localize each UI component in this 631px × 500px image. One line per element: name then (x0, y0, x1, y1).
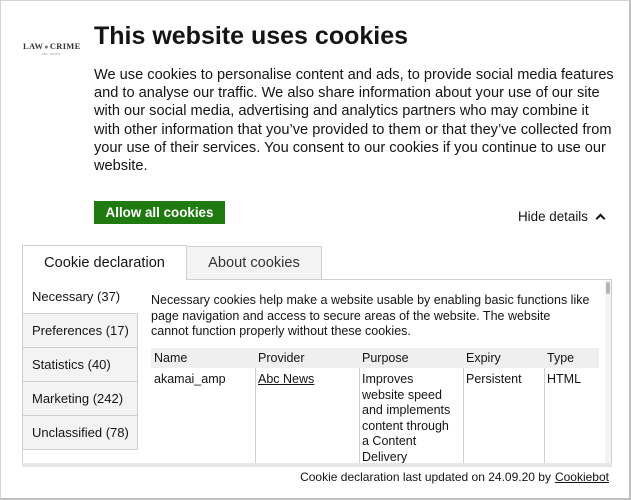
allow-all-cookies-button[interactable]: Allow all cookies (94, 201, 225, 224)
chevron-up-icon (595, 213, 606, 223)
cookie-expiry-cell: Persistent (466, 372, 522, 386)
category-description: Necessary cookies help make a website us… (151, 293, 590, 338)
column-header-expiry: Expiry (466, 351, 501, 365)
category-marketing[interactable]: Marketing (242) (23, 382, 138, 416)
brand-logo: LAW●CRIME ABC NEWS (23, 41, 81, 61)
column-header-type: Type (547, 351, 575, 365)
logo-text-left: LAW (23, 41, 44, 51)
scrollbar-thumb[interactable] (606, 282, 610, 294)
hide-details-toggle[interactable]: Hide details (518, 207, 606, 225)
cookie-table-header: Name Provider Purpose Expiry Type (151, 348, 599, 368)
category-preferences[interactable]: Preferences (17) (23, 314, 138, 348)
column-header-name: Name (154, 351, 188, 365)
hide-details-label: Hide details (518, 208, 588, 224)
cookie-declaration-panel: Necessary (37) Preferences (17) Statisti… (22, 279, 612, 465)
cookie-dialog: LAW●CRIME ABC NEWS This website uses coo… (0, 0, 631, 500)
footer-text: Cookie declaration last updated on 24.09… (300, 470, 551, 484)
dialog-intro-text: We use cookies to personalise content an… (94, 67, 614, 175)
tab-about-cookies[interactable]: About cookies (186, 246, 322, 280)
declaration-footer: Cookie declaration last updated on 24.09… (22, 464, 612, 490)
logo-subtext: ABC NEWS (41, 52, 61, 56)
category-necessary[interactable]: Necessary (37) (23, 280, 138, 314)
cookie-name-cell: akamai_amp (154, 372, 226, 386)
cookie-type-cell: HTML (547, 372, 582, 386)
cookie-purpose-cell: Improves website speed and implements co… (362, 372, 451, 464)
logo-text-right: CRIME (49, 41, 81, 51)
cookiebot-link[interactable]: Cookiebot (555, 470, 609, 484)
panel-scrollbar[interactable] (605, 280, 611, 464)
dialog-title: This website uses cookies (94, 22, 409, 50)
category-unclassified[interactable]: Unclassified (78) (23, 416, 138, 450)
column-header-provider: Provider (258, 351, 305, 365)
cookie-provider-cell: Abc News (255, 368, 359, 392)
category-statistics[interactable]: Statistics (40) (23, 348, 138, 382)
column-header-purpose: Purpose (362, 351, 409, 365)
provider-link[interactable]: Abc News (258, 372, 314, 386)
tab-cookie-declaration[interactable]: Cookie declaration (22, 245, 187, 280)
